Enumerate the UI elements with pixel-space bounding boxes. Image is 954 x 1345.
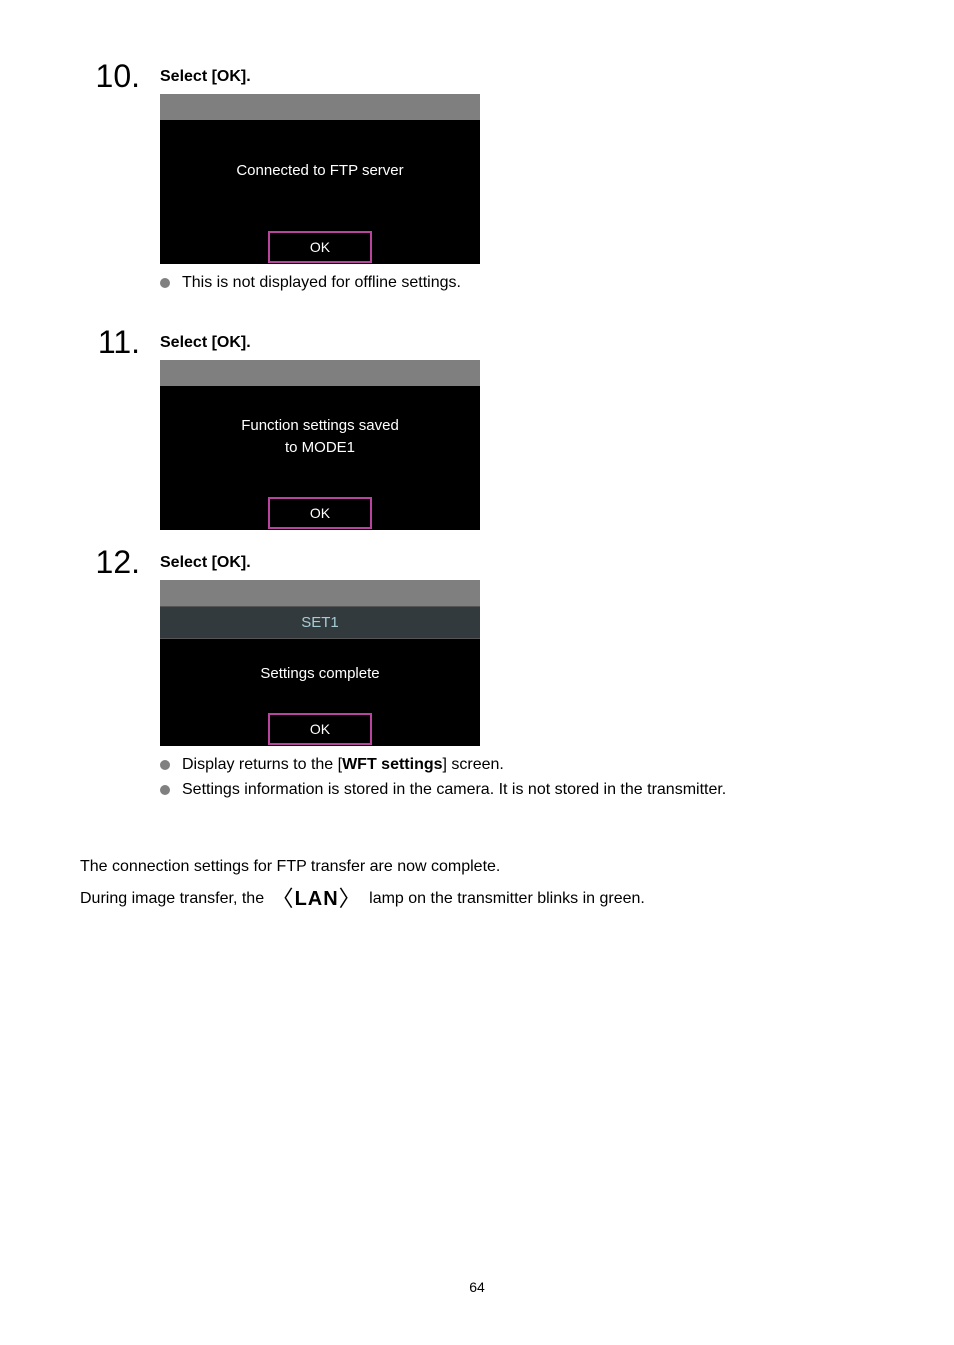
step-title: Select [OK]. — [160, 68, 874, 86]
screen-title-bar — [160, 94, 480, 120]
list-item: Display returns to the [WFT settings] sc… — [160, 754, 874, 776]
ok-button[interactable]: OK — [268, 497, 373, 529]
step-10: 10. Select [OK]. Connected to FTP server… — [80, 60, 874, 318]
screen-set-header: SET1 — [160, 606, 480, 639]
bullet-icon — [160, 278, 170, 288]
bold-label: WFT settings — [342, 756, 442, 773]
step-number: 11. — [80, 326, 160, 358]
closing-line: During image transfer, the 〈LAN〉 lamp on… — [80, 880, 874, 917]
screen-message: Function settings saved to MODE1 — [160, 386, 480, 496]
screen-set-panel: SET1 Settings complete — [160, 606, 480, 712]
screen-title-bar — [160, 580, 480, 606]
step-number: 10. — [80, 60, 160, 92]
angle-left-icon: 〈 — [272, 880, 295, 917]
step-content: Select [OK]. Function settings saved to … — [160, 326, 874, 538]
camera-screenshot: Connected to FTP server OK — [160, 94, 480, 264]
step-number: 12. — [80, 546, 160, 578]
lan-indicator: 〈LAN〉 — [269, 880, 365, 917]
bullet-text: Display returns to the [WFT settings] sc… — [182, 754, 874, 776]
step-content: Select [OK]. SET1 Settings complete OK D… — [160, 546, 874, 825]
step-title: Select [OK]. — [160, 334, 874, 352]
step-title: Select [OK]. — [160, 554, 874, 572]
screen-button-row: OK — [160, 712, 480, 746]
step-content: Select [OK]. Connected to FTP server OK … — [160, 60, 874, 318]
screen-title-bar — [160, 360, 480, 386]
screen-button-row: OK — [160, 496, 480, 530]
screen-set-body: Settings complete — [160, 639, 480, 712]
bullet-list: Display returns to the [WFT settings] sc… — [160, 754, 874, 801]
bullet-icon — [160, 760, 170, 770]
ok-button[interactable]: OK — [268, 231, 373, 263]
bullet-text: This is not displayed for offline settin… — [182, 272, 874, 294]
bullet-text: Settings information is stored in the ca… — [182, 779, 874, 801]
closing-line: The connection settings for FTP transfer… — [80, 853, 874, 880]
step-11: 11. Select [OK]. Function settings saved… — [80, 326, 874, 538]
step-12: 12. Select [OK]. SET1 Settings complete … — [80, 546, 874, 825]
screen-text-line: to MODE1 — [285, 437, 355, 460]
angle-right-icon: 〉 — [339, 880, 362, 917]
screen-text-line: Function settings saved — [241, 415, 399, 438]
list-item: Settings information is stored in the ca… — [160, 779, 874, 801]
ok-button[interactable]: OK — [268, 713, 373, 745]
list-item: This is not displayed for offline settin… — [160, 272, 874, 294]
screen-button-row: OK — [160, 230, 480, 264]
camera-screenshot: SET1 Settings complete OK — [160, 580, 480, 746]
camera-screenshot: Function settings saved to MODE1 OK — [160, 360, 480, 530]
screen-message: Connected to FTP server — [160, 120, 480, 230]
closing-paragraph: The connection settings for FTP transfer… — [80, 853, 874, 918]
bullet-list: This is not displayed for offline settin… — [160, 272, 874, 294]
screen-text-line: Connected to FTP server — [236, 160, 403, 183]
page-number: 64 — [0, 1279, 954, 1295]
bullet-icon — [160, 785, 170, 795]
